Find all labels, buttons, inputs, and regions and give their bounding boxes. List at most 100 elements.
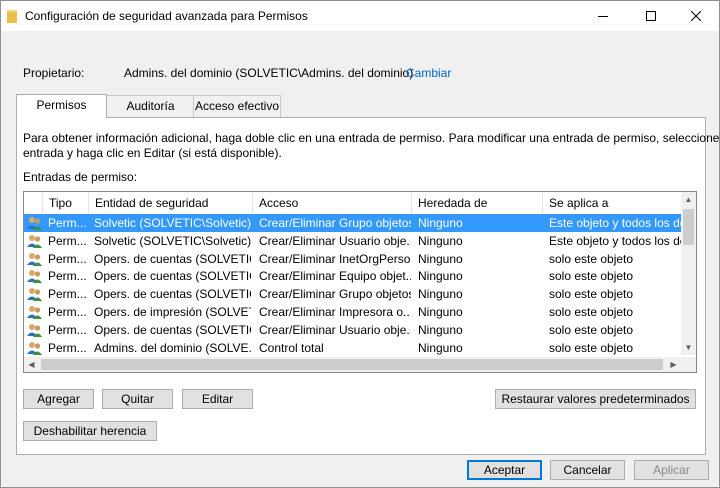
cell-tipo: Perm... <box>48 251 87 266</box>
users-group-icon <box>27 323 42 337</box>
cell-aplica: Este objeto y todos los desc... <box>549 233 681 248</box>
cell-heredada: Ninguno <box>418 216 463 230</box>
table-row[interactable]: Perm... Admins. del dominio (SOLVE... Cont… <box>24 339 681 357</box>
cell-aplica: solo este objeto <box>549 287 634 302</box>
cell-entidad: Opers. de cuentas (SOLVETIC... <box>94 322 251 337</box>
cell-heredada: Ninguno <box>418 287 463 302</box>
column-header-icon <box>24 192 43 214</box>
cell-acceso: Crear/Eliminar InetOrgPerso... <box>259 251 411 266</box>
column-header-tipo[interactable]: Tipo <box>43 192 89 214</box>
maximize-button[interactable] <box>628 1 674 31</box>
horizontal-scroll-thumb[interactable] <box>41 359 663 370</box>
title-bar: Configuración de seguridad avanzada para… <box>1 1 719 31</box>
cell-tipo: Perm... <box>48 287 87 302</box>
close-button[interactable] <box>673 1 719 31</box>
table-row[interactable]: Perm... Opers. de cuentas (SOLVETIC... Cre… <box>24 321 681 339</box>
permission-entries-list[interactable]: Tipo Entidad de seguridad Acceso Heredad… <box>23 191 697 373</box>
cell-acceso: Control total <box>259 340 324 355</box>
vertical-scroll-thumb[interactable] <box>683 209 694 245</box>
cell-tipo: Perm... <box>48 322 87 337</box>
add-button[interactable]: Agregar <box>23 389 94 409</box>
minimize-button[interactable] <box>580 1 626 31</box>
ok-button[interactable]: Aceptar <box>467 460 542 480</box>
users-group-icon <box>27 234 42 248</box>
minimize-icon <box>598 16 608 17</box>
column-header-row: Tipo Entidad de seguridad Acceso Heredad… <box>24 192 681 215</box>
disable-inheritance-button[interactable]: Deshabilitar herencia <box>23 421 157 441</box>
cell-heredada: Ninguno <box>418 251 463 266</box>
cell-entidad: Solvetic (SOLVETIC\Solvetic) <box>94 216 251 230</box>
cell-aplica: solo este objeto <box>549 269 634 284</box>
cell-acceso: Crear/Eliminar Impresora o... <box>259 305 411 319</box>
cell-entidad: Solvetic (SOLVETIC\Solvetic) <box>94 233 251 248</box>
column-header-acceso[interactable]: Acceso <box>253 192 412 214</box>
table-row[interactable]: Perm... Solvetic (SOLVETIC\Solvetic) Crear… <box>24 214 681 232</box>
table-row[interactable]: Perm... Opers. de cuentas (SOLVETIC... Cre… <box>24 285 681 303</box>
table-row[interactable]: Perm... Opers. de cuentas (SOLVETIC... Cre… <box>24 267 681 285</box>
scroll-up-arrow-icon[interactable]: ▲ <box>681 192 696 207</box>
folder-icon <box>7 10 17 23</box>
table-row[interactable]: Perm... Opers. de cuentas (SOLVETIC... Cre… <box>24 250 681 268</box>
change-owner-link[interactable]: Cambiar <box>406 66 451 80</box>
scroll-right-arrow-icon[interactable]: ▶ <box>666 357 681 372</box>
restore-defaults-button[interactable]: Restaurar valores predeterminados <box>495 389 696 409</box>
tab-permisos[interactable]: Permisos <box>16 94 107 118</box>
cell-tipo: Perm... <box>48 269 87 284</box>
table-row[interactable]: Perm... Solvetic (SOLVETIC\Solvetic) Crear… <box>24 232 681 250</box>
cell-entidad: Admins. del dominio (SOLVE... <box>94 340 251 355</box>
cell-acceso: Crear/Eliminar Grupo objetos <box>259 287 411 302</box>
cell-acceso: Crear/Eliminar Equipo objet... <box>259 269 411 284</box>
horizontal-scrollbar[interactable]: ◀ ▶ <box>24 357 681 372</box>
column-header-aplica[interactable]: Se aplica a <box>543 192 681 214</box>
tab-auditoria[interactable]: Auditoría <box>106 95 195 117</box>
close-icon <box>691 11 701 21</box>
advanced-security-dialog: Configuración de seguridad avanzada para… <box>0 0 720 488</box>
users-group-icon <box>27 217 42 230</box>
cell-heredada: Ninguno <box>418 233 463 248</box>
info-text-line2: entrada y haga clic en Editar (si está d… <box>23 146 282 160</box>
users-group-icon <box>27 288 42 302</box>
table-row[interactable]: Perm... Opers. de impresión (SOLVET... Cre… <box>24 303 681 321</box>
info-text-line1: Para obtener información adicional, haga… <box>23 131 720 145</box>
users-group-icon <box>27 341 42 355</box>
owner-label: Propietario: <box>23 66 85 80</box>
vertical-scrollbar[interactable]: ▲ ▼ <box>681 192 696 355</box>
apply-button[interactable]: Aplicar <box>634 460 709 480</box>
users-group-icon <box>27 252 42 266</box>
cell-entidad: Opers. de cuentas (SOLVETIC... <box>94 251 251 266</box>
column-header-heredada[interactable]: Heredada de <box>412 192 543 214</box>
cell-aplica: solo este objeto <box>549 305 634 319</box>
scroll-corner <box>681 357 696 372</box>
cell-entidad: Opers. de impresión (SOLVET... <box>94 305 251 319</box>
cell-aplica: Este objeto y todos los desc... <box>549 216 681 230</box>
cancel-button[interactable]: Cancelar <box>550 460 625 480</box>
cell-aplica: solo este objeto <box>549 322 634 337</box>
cell-heredada: Ninguno <box>418 305 463 319</box>
scroll-left-arrow-icon[interactable]: ◀ <box>24 357 39 372</box>
cell-acceso: Crear/Eliminar Usuario obje... <box>259 233 411 248</box>
cell-heredada: Ninguno <box>418 269 463 284</box>
remove-button[interactable]: Quitar <box>102 389 173 409</box>
cell-aplica: solo este objeto <box>549 340 634 355</box>
cell-heredada: Ninguno <box>418 322 463 337</box>
entries-label: Entradas de permiso: <box>23 170 138 184</box>
scroll-down-arrow-icon[interactable]: ▼ <box>681 340 696 355</box>
window-title: Configuración de seguridad avanzada para… <box>25 9 308 23</box>
owner-value: Admins. del dominio (SOLVETIC\Admins. de… <box>124 66 414 80</box>
cell-acceso: Crear/Eliminar Grupo objetos <box>259 216 411 230</box>
cell-tipo: Perm... <box>48 233 87 248</box>
cell-heredada: Ninguno <box>418 340 463 355</box>
edit-button[interactable]: Editar <box>182 389 253 409</box>
cell-tipo: Perm... <box>48 340 87 355</box>
column-header-entidad[interactable]: Entidad de seguridad <box>89 192 253 214</box>
cell-tipo: Perm... <box>48 305 87 319</box>
cell-aplica: solo este objeto <box>549 251 634 266</box>
maximize-icon <box>646 11 656 21</box>
cell-entidad: Opers. de cuentas (SOLVETIC... <box>94 269 251 284</box>
cell-entidad: Opers. de cuentas (SOLVETIC... <box>94 287 251 302</box>
cell-tipo: Perm... <box>48 216 87 230</box>
cell-acceso: Crear/Eliminar Usuario obje... <box>259 322 411 337</box>
users-group-icon <box>27 270 42 284</box>
users-group-icon <box>27 306 42 319</box>
tab-acceso-efectivo[interactable]: Acceso efectivo <box>193 95 281 117</box>
